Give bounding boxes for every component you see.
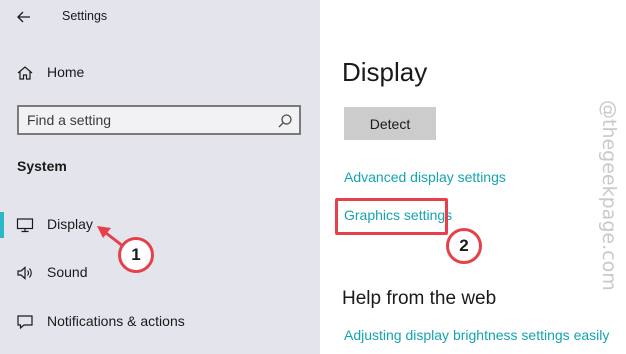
detect-button[interactable]: Detect bbox=[344, 107, 436, 140]
nav-item-display[interactable]: Display bbox=[0, 208, 320, 242]
nav-item-home-label: Home bbox=[47, 64, 85, 80]
search-input[interactable] bbox=[27, 110, 267, 130]
watermark: @thegeekpage.com bbox=[596, 100, 626, 330]
brightness-help-link[interactable]: Adjusting display brightness settings ea… bbox=[344, 327, 609, 343]
nav-item-home[interactable]: Home bbox=[0, 56, 320, 90]
app-title: Settings bbox=[62, 9, 108, 23]
sidebar: Settings Home System Display Sound bbox=[0, 0, 320, 354]
help-from-web-heading: Help from the web bbox=[342, 288, 497, 309]
nav-item-display-label: Display bbox=[47, 216, 93, 232]
back-arrow-icon bbox=[17, 11, 30, 23]
search-field[interactable] bbox=[17, 105, 301, 135]
section-title-system: System bbox=[17, 158, 67, 174]
step-2-callout: 2 bbox=[446, 228, 482, 264]
back-button[interactable] bbox=[12, 6, 36, 28]
home-icon bbox=[17, 66, 33, 80]
title-bar: Settings bbox=[0, 0, 320, 34]
page-title: Display bbox=[342, 57, 428, 87]
nav-item-notifications-label: Notifications & actions bbox=[47, 313, 185, 329]
nav-item-notifications[interactable]: Notifications & actions bbox=[0, 305, 320, 339]
step-1-callout: 1 bbox=[118, 237, 154, 273]
monitor-icon bbox=[16, 218, 34, 233]
search-icon[interactable] bbox=[277, 113, 293, 129]
advanced-display-settings-link[interactable]: Advanced display settings bbox=[344, 169, 506, 185]
graphics-settings-highlight bbox=[335, 198, 448, 235]
main-content: Display Detect Advanced display settings… bbox=[320, 0, 626, 354]
nav-item-sound[interactable]: Sound bbox=[0, 256, 320, 290]
message-icon bbox=[17, 315, 33, 330]
watermark-text: @thegeekpage.com bbox=[598, 100, 620, 291]
speaker-icon bbox=[17, 266, 32, 280]
nav-item-sound-label: Sound bbox=[47, 264, 88, 280]
